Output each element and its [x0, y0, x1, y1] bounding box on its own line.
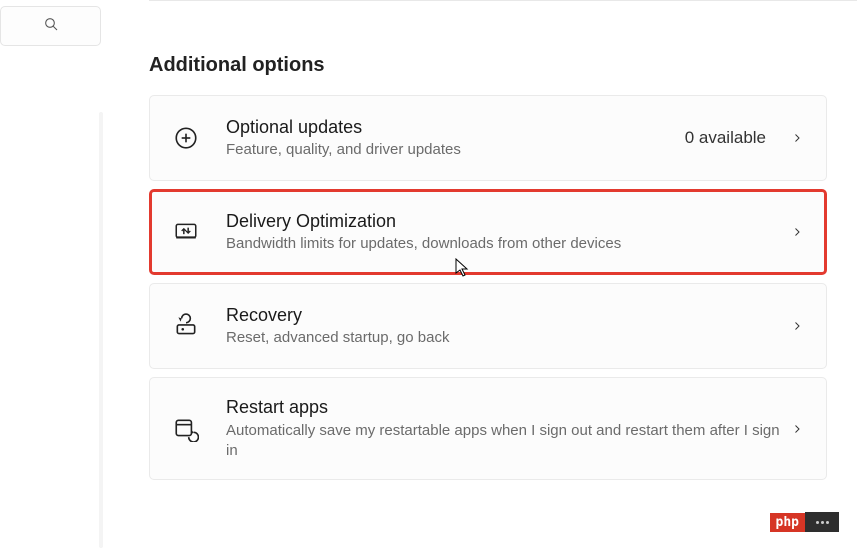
additional-options-section: Additional options Optional updates Feat… — [149, 54, 827, 488]
delivery-optimization-row[interactable]: Delivery Optimization Bandwidth limits f… — [149, 189, 827, 275]
search-button[interactable] — [0, 6, 101, 46]
search-icon — [43, 16, 59, 37]
row-subtitle: Feature, quality, and driver updates — [226, 140, 685, 160]
row-title: Optional updates — [226, 116, 685, 139]
restart-apps-row[interactable]: Restart apps Automatically save my resta… — [149, 377, 827, 480]
row-title: Recovery — [226, 304, 790, 327]
chevron-right-icon — [790, 319, 804, 333]
available-count: 0 available — [685, 128, 766, 148]
section-title: Additional options — [149, 54, 827, 77]
delivery-optimization-icon — [172, 218, 200, 246]
row-subtitle: Reset, advanced startup, go back — [226, 328, 790, 348]
scrollbar[interactable] — [99, 112, 103, 548]
watermark-label: php — [770, 513, 805, 532]
chevron-right-icon — [790, 422, 804, 436]
row-title: Restart apps — [226, 396, 790, 419]
row-title: Delivery Optimization — [226, 210, 790, 233]
optional-updates-row[interactable]: Optional updates Feature, quality, and d… — [149, 95, 827, 181]
row-subtitle: Bandwidth limits for updates, downloads … — [226, 234, 790, 254]
chevron-right-icon — [790, 131, 804, 145]
watermark-badge: php — [770, 512, 839, 532]
divider — [149, 0, 857, 1]
restart-apps-icon — [172, 415, 200, 443]
watermark-dots-icon — [805, 512, 839, 532]
chevron-right-icon — [790, 225, 804, 239]
row-subtitle: Automatically save my restartable apps w… — [226, 421, 790, 462]
recovery-icon — [172, 312, 200, 340]
recovery-row[interactable]: Recovery Reset, advanced startup, go bac… — [149, 283, 827, 369]
plus-circle-icon — [172, 124, 200, 152]
